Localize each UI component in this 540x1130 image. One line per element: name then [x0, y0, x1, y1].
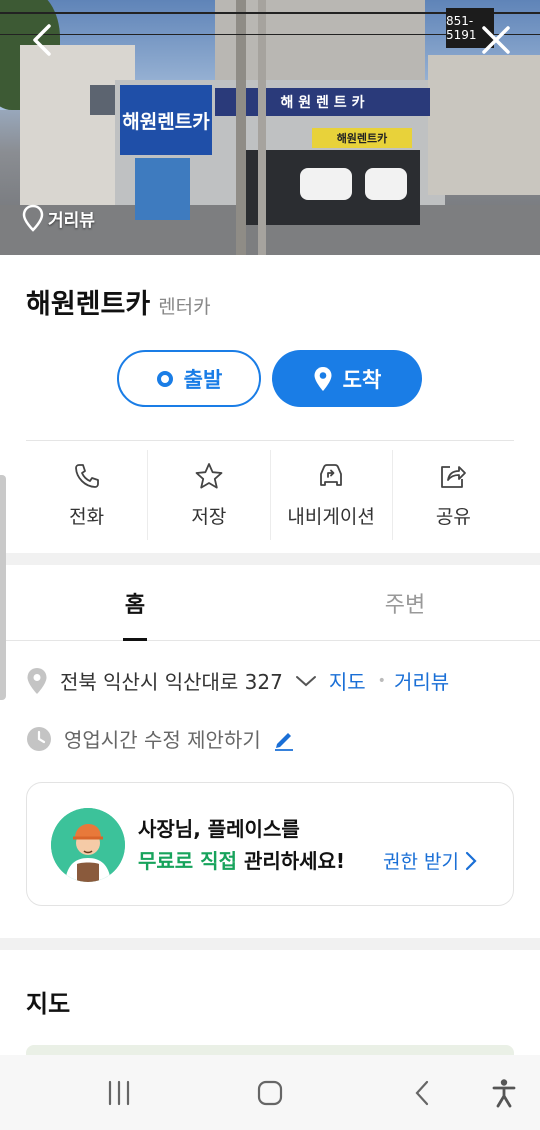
navigation-label: 내비게이션	[287, 506, 375, 528]
close-button[interactable]	[474, 18, 518, 62]
save-button[interactable]: 저장	[148, 450, 271, 540]
location-pin-icon	[314, 366, 332, 391]
place-category: 렌터카	[158, 296, 211, 318]
recent-apps-icon	[108, 1080, 130, 1106]
route-start-button[interactable]: 출발	[117, 350, 261, 407]
tab-nearby[interactable]: 주변	[270, 566, 540, 640]
photo-building-right	[428, 55, 540, 195]
photo-shop-sign: 해원렌트카	[120, 85, 212, 155]
back-icon	[415, 1080, 429, 1106]
shop-owner-illustration-icon	[51, 808, 125, 882]
tab-bar: 홈 주변	[0, 566, 540, 641]
photo-door	[135, 158, 190, 220]
address-text: 전북 익산시 익산대로 327	[60, 670, 283, 694]
photo-car	[365, 168, 407, 200]
accessibility-button[interactable]	[482, 1075, 526, 1111]
scroll-handle[interactable]	[0, 475, 6, 700]
map-preview[interactable]	[26, 1045, 514, 1055]
system-back-button[interactable]	[400, 1075, 444, 1111]
chevron-down-icon[interactable]	[295, 674, 317, 688]
star-icon	[195, 463, 223, 489]
streetview-badge-label: 거리뷰	[48, 210, 95, 231]
home-button[interactable]	[248, 1075, 292, 1111]
route-arrive-label: 도착	[342, 367, 382, 392]
photo-shop-yellow-sign: 해원렌트카	[312, 128, 412, 148]
home-icon	[257, 1080, 283, 1106]
owner-promo-line1: 사장님, 플레이스를	[138, 817, 300, 841]
owner-promo-card[interactable]: 사장님, 플레이스를 무료로 직접 관리하세요! 권한 받기	[26, 782, 514, 906]
claim-permission-label: 권한 받기	[383, 851, 459, 873]
section-separator	[0, 553, 540, 565]
location-pin-outline-icon	[22, 204, 44, 232]
pencil-icon	[274, 732, 293, 751]
save-label: 저장	[191, 506, 227, 528]
phone-icon	[74, 464, 99, 488]
photo-pole	[236, 0, 246, 255]
close-icon	[482, 26, 510, 54]
share-icon	[441, 466, 467, 488]
back-button[interactable]	[20, 18, 64, 62]
map-section-title: 지도	[26, 990, 71, 1018]
call-label: 전화	[69, 506, 105, 528]
photo-shop-strip-sign: 해 원 렌 트 카	[215, 88, 430, 116]
claim-permission-button[interactable]: 권한 받기	[383, 847, 477, 874]
address-row: 전북 익산시 익산대로 327 지도 • 거리뷰	[26, 666, 449, 695]
owner-promo-highlight: 무료로 직접	[138, 849, 237, 873]
location-pin-icon	[27, 667, 47, 694]
map-link[interactable]: 지도	[329, 666, 366, 695]
system-navigation-bar	[0, 1055, 540, 1130]
streetview-link[interactable]: 거리뷰	[394, 666, 449, 695]
owner-promo-line2: 무료로 직접 관리하세요!	[138, 845, 345, 877]
route-start-label: 출발	[183, 367, 223, 392]
hours-row[interactable]: 영업시간 수정 제안하기	[26, 724, 295, 753]
owner-promo-line2-rest: 관리하세요!	[243, 849, 346, 873]
place-title-row: 해원렌트카 렌터카	[26, 282, 211, 321]
call-button[interactable]: 전화	[26, 450, 149, 540]
section-separator	[0, 938, 540, 950]
street-view-photo[interactable]: 해원렌트카 해 원 렌 트 카 해원렌트카 851-5191 거리뷰	[0, 0, 540, 255]
tab-home[interactable]: 홈	[0, 566, 270, 640]
recent-apps-button[interactable]	[97, 1075, 141, 1111]
hours-suggest-text: 영업시간 수정 제안하기	[64, 728, 261, 752]
clock-icon	[27, 726, 51, 751]
share-label: 공유	[435, 506, 471, 528]
photo-car	[300, 168, 352, 200]
chevron-left-icon	[33, 24, 51, 56]
navigation-button[interactable]: 내비게이션	[271, 450, 393, 540]
share-button[interactable]: 공유	[393, 450, 514, 540]
place-name: 해원렌트카	[26, 289, 151, 320]
owner-avatar	[51, 808, 125, 882]
photo-pole	[258, 0, 266, 255]
streetview-badge[interactable]: 거리뷰	[22, 202, 95, 234]
owner-promo-text: 사장님, 플레이스를 무료로 직접 관리하세요!	[138, 813, 345, 877]
route-arrive-button[interactable]: 도착	[272, 350, 422, 407]
quick-actions: 전화 저장 내비게이션 공유	[26, 450, 514, 540]
divider	[26, 440, 514, 441]
origin-dot-icon	[156, 370, 173, 387]
car-navigation-icon	[320, 464, 343, 486]
chevron-right-icon	[465, 851, 477, 870]
link-separator-dot: •	[377, 672, 386, 689]
accessibility-icon	[492, 1079, 516, 1108]
